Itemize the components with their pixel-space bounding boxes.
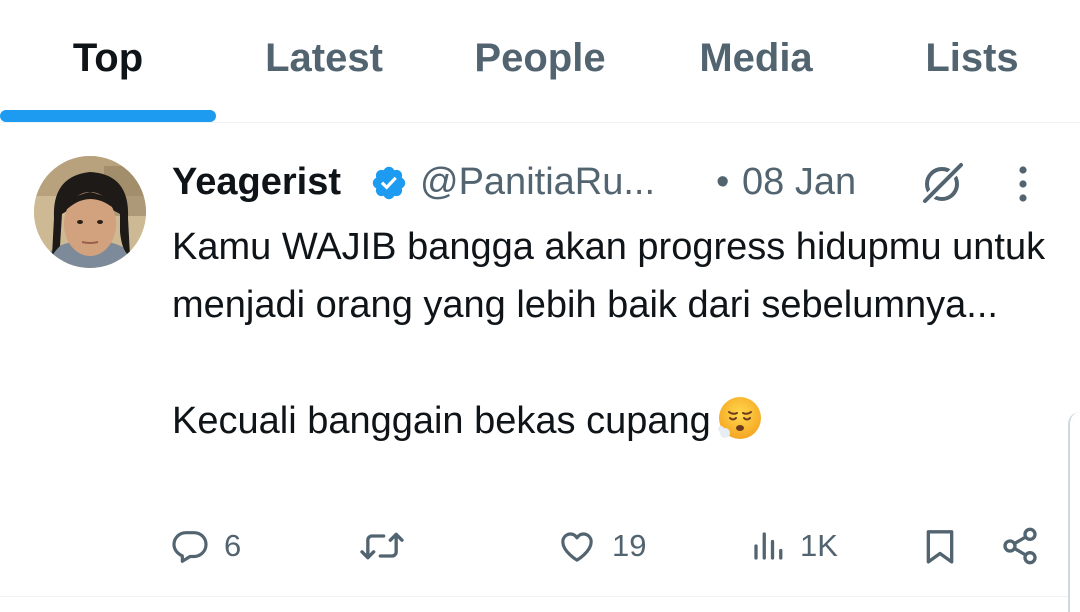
bookmark-button[interactable]: [920, 518, 960, 574]
share-icon: [1000, 526, 1040, 566]
views-button[interactable]: 1K: [750, 518, 838, 574]
tweet-body: Kamu WAJIB bangga akan progress hidupmu …: [172, 226, 1046, 442]
reply-button[interactable]: 6: [170, 518, 241, 574]
like-button[interactable]: 19: [556, 518, 646, 574]
tweet[interactable]: Yeagerist @PanitiaRu... • 08 Jan Kamu WA…: [0, 122, 1080, 612]
face-exhaling-emoji: [717, 395, 763, 441]
tweet-text: Kamu WAJIB bangga akan progress hidupmu …: [172, 218, 1052, 450]
tweet-date[interactable]: 08 Jan: [742, 158, 856, 206]
retweet-button[interactable]: [358, 518, 420, 574]
search-tabs: Top Latest People Media Lists: [0, 0, 1080, 123]
more-vertical-icon[interactable]: [1008, 162, 1038, 206]
views-count: 1K: [800, 528, 838, 563]
grok-icon[interactable]: [916, 158, 968, 210]
active-tab-indicator: [0, 110, 216, 122]
scroll-edge: [1068, 412, 1080, 612]
display-name[interactable]: Yeagerist: [172, 158, 341, 206]
share-button[interactable]: [1000, 518, 1040, 574]
bookmark-icon: [920, 524, 960, 568]
tab-lists[interactable]: Lists: [864, 30, 1080, 86]
tweet-header: Yeagerist @PanitiaRu... • 08 Jan: [172, 158, 1052, 206]
views-icon: [750, 526, 786, 566]
reply-icon: [170, 526, 210, 566]
tab-top[interactable]: Top: [0, 30, 216, 86]
reply-count: 6: [224, 528, 242, 563]
tab-people[interactable]: People: [432, 30, 648, 86]
tweet-divider: [0, 596, 1080, 597]
tab-latest[interactable]: Latest: [216, 30, 432, 86]
tab-media[interactable]: Media: [648, 30, 864, 86]
like-count: 19: [612, 528, 647, 563]
verified-badge-icon[interactable]: [370, 164, 408, 202]
user-handle[interactable]: @PanitiaRu...: [420, 158, 655, 206]
avatar[interactable]: [34, 156, 146, 268]
retweet-icon: [358, 526, 406, 566]
separator-dot: •: [716, 161, 730, 203]
tweet-actions: 6 19 1K: [0, 518, 1080, 574]
search-results-page: Top Latest People Media Lists Yeagerist: [0, 0, 1080, 612]
heart-icon: [556, 526, 598, 566]
